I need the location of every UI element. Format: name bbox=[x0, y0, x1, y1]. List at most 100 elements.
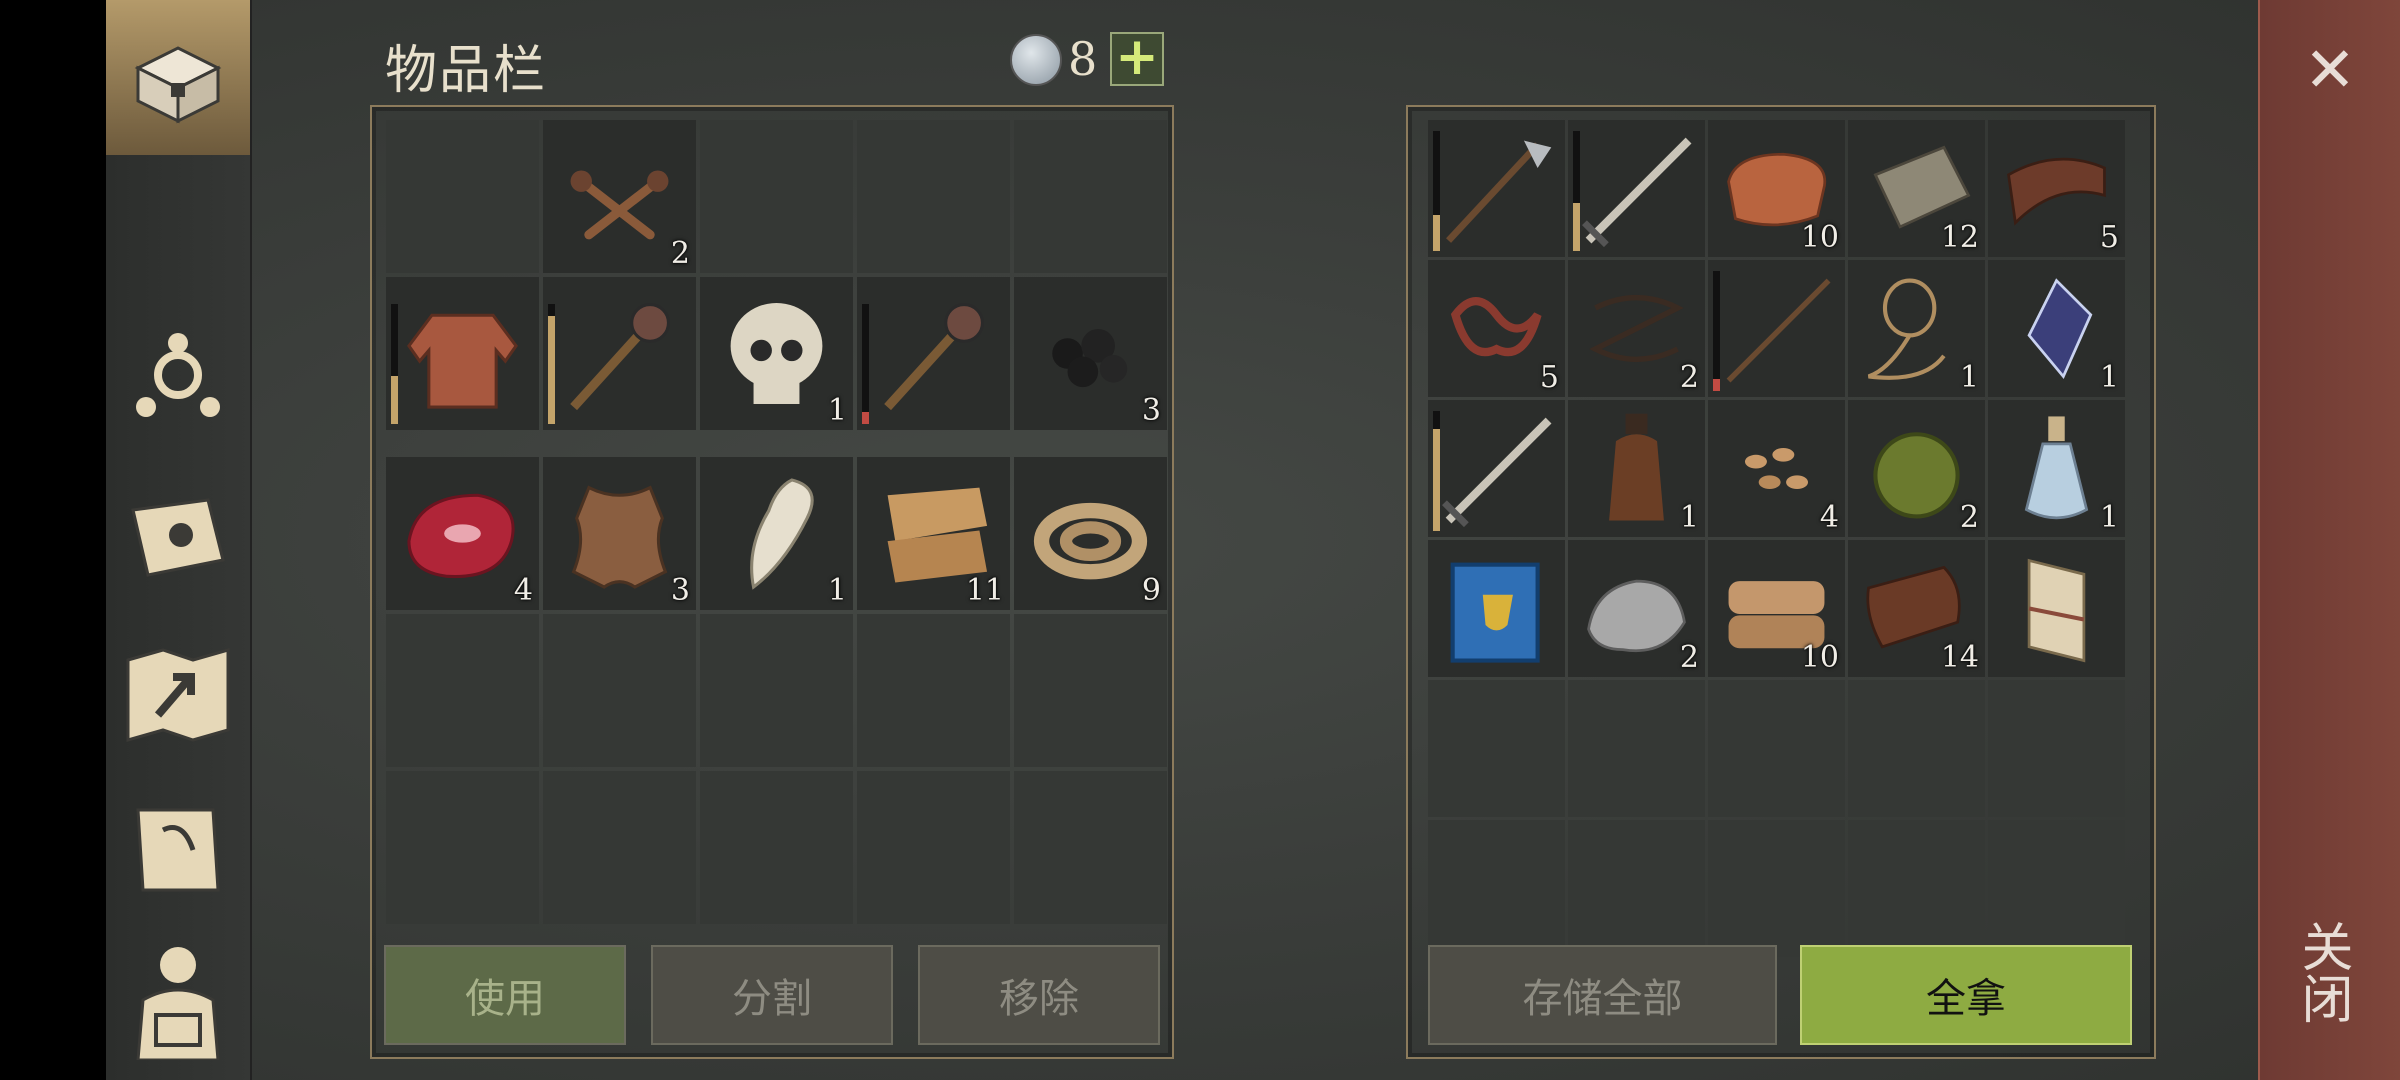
bag-slot[interactable]: 9 bbox=[1014, 457, 1167, 610]
store-all-button[interactable]: 存储全部 bbox=[1428, 945, 1777, 1045]
storage-slot[interactable]: 10 bbox=[1708, 120, 1845, 257]
storage-slot[interactable]: 1 bbox=[1568, 400, 1705, 537]
durability-bar bbox=[862, 304, 869, 424]
bag-slot[interactable]: 11 bbox=[857, 457, 1010, 610]
storage-slot[interactable] bbox=[1428, 120, 1565, 257]
split-button[interactable]: 分割 bbox=[651, 945, 893, 1045]
item-count: 2 bbox=[1959, 500, 1979, 535]
bag-slot[interactable]: 3 bbox=[543, 457, 696, 610]
storage-slot[interactable]: 2 bbox=[1568, 540, 1705, 677]
bag-slot[interactable] bbox=[1014, 614, 1167, 767]
storage-slot[interactable] bbox=[1988, 680, 2125, 817]
bag-slot[interactable] bbox=[543, 614, 696, 767]
item-count: 1 bbox=[827, 573, 847, 608]
storage-slot[interactable]: 5 bbox=[1428, 260, 1565, 397]
item-count: 4 bbox=[513, 573, 533, 608]
chest-icon bbox=[134, 45, 222, 123]
storage-grid: 10 12 5 5 2 1 1 1 4 2 1 2 10 14 bbox=[1428, 120, 2125, 957]
storage-slot[interactable]: 4 bbox=[1708, 400, 1845, 537]
storage-slot[interactable] bbox=[1848, 820, 1985, 957]
sidebar-tab-skills[interactable] bbox=[106, 315, 250, 435]
item-count: 3 bbox=[670, 573, 690, 608]
chainmail-icon bbox=[407, 313, 518, 409]
storage-slot[interactable] bbox=[1988, 540, 2125, 677]
sidebar-tab-journal[interactable] bbox=[106, 480, 250, 600]
equipment-slot[interactable] bbox=[386, 120, 539, 273]
equipment-slot[interactable]: 3 bbox=[1014, 277, 1167, 430]
item-count: 12 bbox=[1940, 220, 1979, 255]
item-count: 10 bbox=[1800, 220, 1839, 255]
storage-slot[interactable] bbox=[1568, 120, 1705, 257]
inventory-title: 物品栏 bbox=[385, 41, 548, 101]
bag-slot[interactable] bbox=[700, 771, 853, 924]
equipment-slot[interactable] bbox=[857, 277, 1010, 430]
bag-slot[interactable] bbox=[857, 614, 1010, 767]
close-strip[interactable] bbox=[2258, 0, 2400, 1080]
equipment-grid: 2 1 3 bbox=[386, 120, 1167, 430]
storage-slot[interactable] bbox=[1848, 680, 1985, 817]
storage-slot[interactable] bbox=[1428, 400, 1565, 537]
storage-slot[interactable]: 12 bbox=[1848, 120, 1985, 257]
sword-icon bbox=[1582, 137, 1692, 248]
equipment-slot[interactable] bbox=[857, 120, 1010, 273]
durability-bar bbox=[1713, 271, 1720, 391]
item-count: 1 bbox=[827, 393, 847, 428]
bag-slot[interactable] bbox=[1014, 771, 1167, 924]
bag-slot[interactable] bbox=[386, 771, 539, 924]
bag-slot[interactable] bbox=[857, 771, 1010, 924]
durability-bar bbox=[1433, 131, 1440, 251]
equipment-slot[interactable]: 2 bbox=[543, 120, 696, 273]
storage-slot[interactable]: 5 bbox=[1988, 120, 2125, 257]
equipment-slot[interactable]: 1 bbox=[700, 277, 853, 430]
bag-slot[interactable] bbox=[386, 614, 539, 767]
add-currency-button[interactable]: + bbox=[1110, 31, 1164, 86]
storage-slot[interactable]: 1 bbox=[1848, 260, 1985, 397]
book-icon bbox=[1450, 562, 1540, 663]
storage-slot[interactable] bbox=[1568, 820, 1705, 957]
storage-slot[interactable] bbox=[1708, 820, 1845, 957]
remove-button[interactable]: 移除 bbox=[918, 945, 1160, 1045]
bag-slot[interactable]: 4 bbox=[386, 457, 539, 610]
item-count: 1 bbox=[2099, 500, 2119, 535]
close-icon[interactable]: ✕ bbox=[2300, 39, 2360, 101]
item-count: 2 bbox=[1679, 360, 1699, 395]
storage-slot[interactable] bbox=[1428, 540, 1565, 677]
item-count: 1 bbox=[1959, 360, 1979, 395]
sidebar-tab-map[interactable] bbox=[106, 635, 250, 755]
journal-icon bbox=[131, 498, 225, 577]
storage-slot[interactable] bbox=[1708, 260, 1845, 397]
equipment-slot[interactable] bbox=[543, 277, 696, 430]
storage-slot[interactable]: 1 bbox=[1988, 260, 2125, 397]
equipment-slot[interactable] bbox=[700, 120, 853, 273]
item-count: 14 bbox=[1940, 640, 1979, 675]
sidebar-tab-quests[interactable] bbox=[106, 790, 250, 910]
storage-slot[interactable] bbox=[1428, 820, 1565, 957]
sidebar-tab-character[interactable] bbox=[106, 935, 250, 1065]
durability-bar bbox=[548, 304, 555, 424]
character-icon bbox=[136, 947, 220, 1060]
take-all-button[interactable]: 全拿 bbox=[1800, 945, 2132, 1045]
equipment-slot[interactable] bbox=[1014, 120, 1167, 273]
bag-grid: 4 3 1 11 9 bbox=[386, 457, 1167, 924]
storage-slot[interactable]: 2 bbox=[1848, 400, 1985, 537]
close-label[interactable]: 关闭 bbox=[2292, 920, 2360, 1024]
bag-slot[interactable] bbox=[700, 614, 853, 767]
item-count: 10 bbox=[1800, 640, 1839, 675]
item-count: 1 bbox=[2099, 360, 2119, 395]
storage-slot[interactable]: 2 bbox=[1568, 260, 1705, 397]
bag-slot[interactable] bbox=[543, 771, 696, 924]
sidebar bbox=[106, 0, 252, 1080]
durability-bar bbox=[391, 304, 398, 424]
bag-slot[interactable]: 1 bbox=[700, 457, 853, 610]
equipment-slot[interactable] bbox=[386, 277, 539, 430]
sidebar-tab-inventory[interactable] bbox=[106, 0, 250, 155]
storage-slot[interactable]: 14 bbox=[1848, 540, 1985, 677]
storage-slot[interactable]: 1 bbox=[1988, 400, 2125, 537]
skills-icon bbox=[136, 333, 220, 417]
storage-slot[interactable]: 10 bbox=[1708, 540, 1845, 677]
storage-slot[interactable] bbox=[1428, 680, 1565, 817]
storage-slot[interactable] bbox=[1988, 820, 2125, 957]
use-button[interactable]: 使用 bbox=[384, 945, 626, 1045]
storage-slot[interactable] bbox=[1568, 680, 1705, 817]
storage-slot[interactable] bbox=[1708, 680, 1845, 817]
